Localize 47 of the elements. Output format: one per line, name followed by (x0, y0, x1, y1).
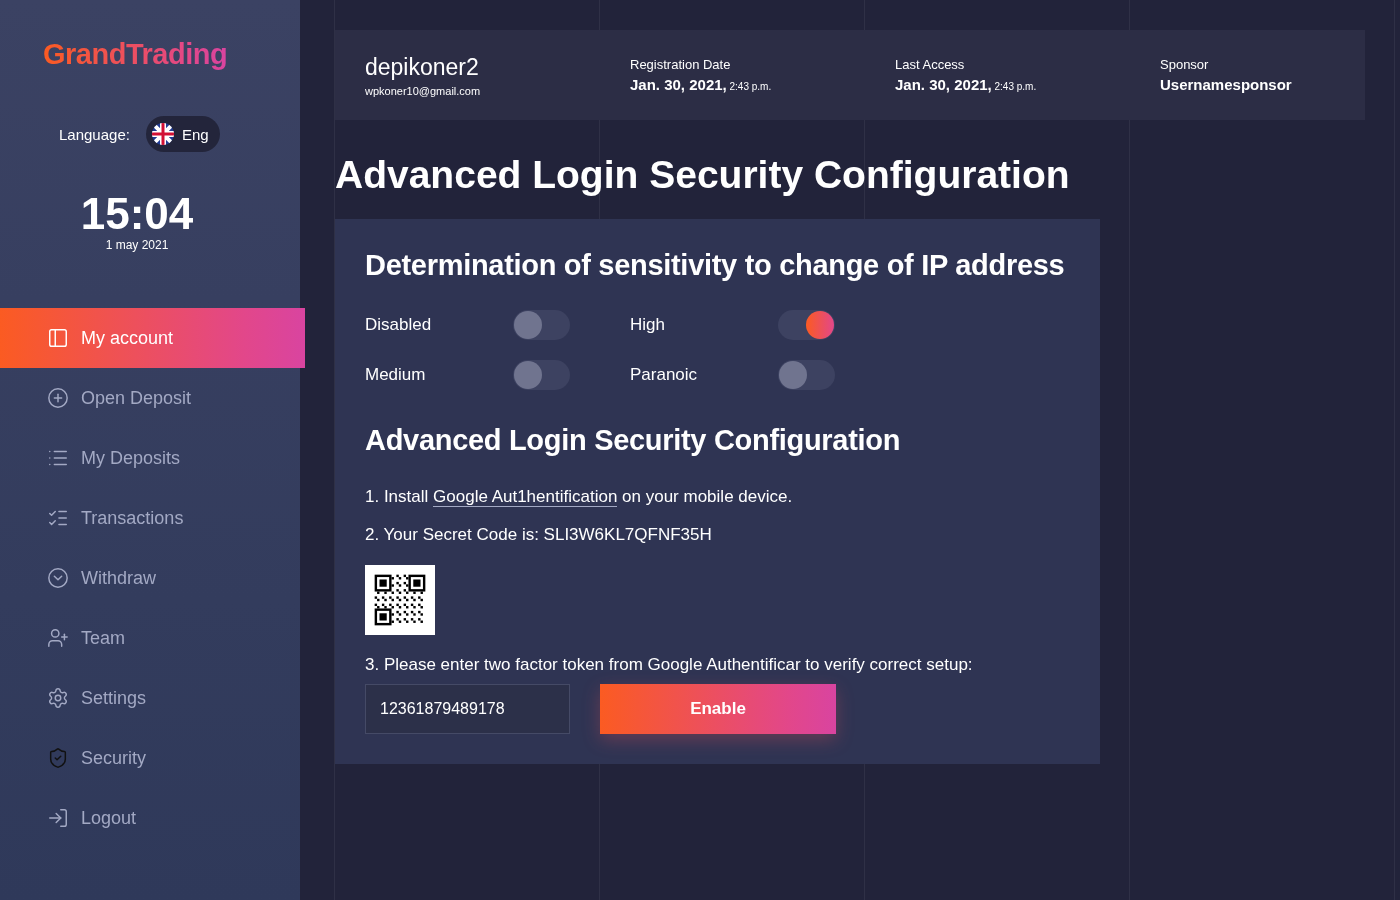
option-label: Disabled (365, 315, 432, 335)
nav-item[interactable]: Security (0, 728, 300, 788)
nav-item[interactable]: My Deposits (0, 428, 300, 488)
info-value: Jan. 30, 2021, 2:43 p.m. (895, 76, 1038, 93)
token-input[interactable]: 12361879489178 (365, 684, 570, 734)
authenticator-link[interactable]: Google Aut1hentification (433, 487, 618, 507)
info-label: Last Access (895, 57, 966, 72)
install-instruction: 1. Install Google Aut1hentification on your mobile device. (365, 487, 793, 507)
nav-item[interactable]: Settings (0, 668, 300, 728)
info-label: Sponsor (1160, 57, 1210, 72)
nav-item[interactable]: Withdraw (0, 548, 300, 608)
clock-time: 15:04 (80, 192, 194, 236)
settings-icon (47, 687, 69, 709)
logout-icon (47, 807, 69, 829)
info-value: Jan. 30, 2021, 2:43 p.m. (630, 76, 773, 93)
token-instruction: 3. Please enter two factor token from Google Authentificar to verify correct setup: (365, 655, 973, 675)
nav-item[interactable]: Open Deposit (0, 368, 300, 428)
clock-date: 1 may 2021 (105, 238, 169, 252)
option-label: Paranoic (630, 365, 698, 385)
nav-item[interactable]: Team (0, 608, 300, 668)
section-title: Advanced Login Security Configuration (365, 424, 901, 457)
toggle-switch[interactable] (778, 360, 835, 390)
nav-item[interactable]: My account (0, 308, 305, 368)
qr-code-drawing (365, 565, 435, 635)
username: depikoner2 (365, 53, 480, 81)
card-title: Determination of sensitivity to change of IP address (365, 249, 1065, 282)
option-label: Medium (365, 365, 426, 385)
toggle-switch[interactable] (513, 360, 570, 390)
nav-item[interactable]: Transactions (0, 488, 300, 548)
nav-item[interactable]: Logout (0, 788, 300, 848)
info-value: Usernamesponsor (1160, 76, 1293, 93)
plus-circle-icon (47, 387, 69, 409)
panel-icon (47, 327, 69, 349)
toggle-switch[interactable] (778, 310, 835, 340)
info-label: Registration Date (630, 57, 732, 72)
page-title: Advanced Login Security Configuration (335, 153, 1071, 197)
user-email: wpkoner10@gmail.com (365, 84, 482, 97)
option-label: High (630, 315, 665, 335)
flag-icon (151, 123, 174, 145)
language-label: Language: (59, 125, 130, 143)
language-selector[interactable]: Eng (145, 116, 220, 152)
shield-check-icon (47, 747, 69, 769)
chevron-circle-icon (47, 567, 69, 589)
toggle-switch[interactable] (513, 310, 570, 340)
secret-code-text: 2. Your Secret Code is: SLI3W6KL7QFNF35H (365, 525, 712, 545)
enable-button[interactable]: Enable (600, 684, 836, 734)
user-plus-icon (47, 627, 69, 649)
